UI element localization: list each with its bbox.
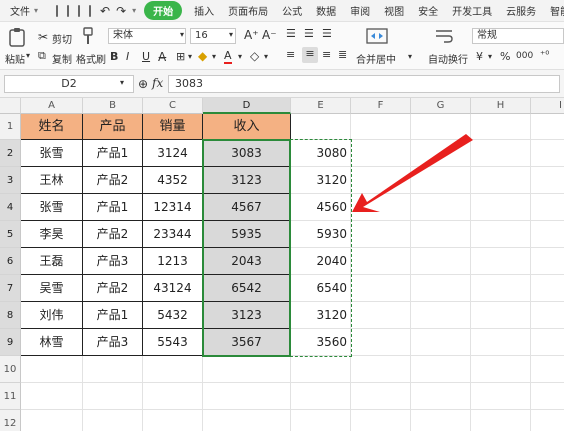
red-arrow-annotation — [352, 134, 473, 212]
arrow-shape — [352, 134, 473, 212]
